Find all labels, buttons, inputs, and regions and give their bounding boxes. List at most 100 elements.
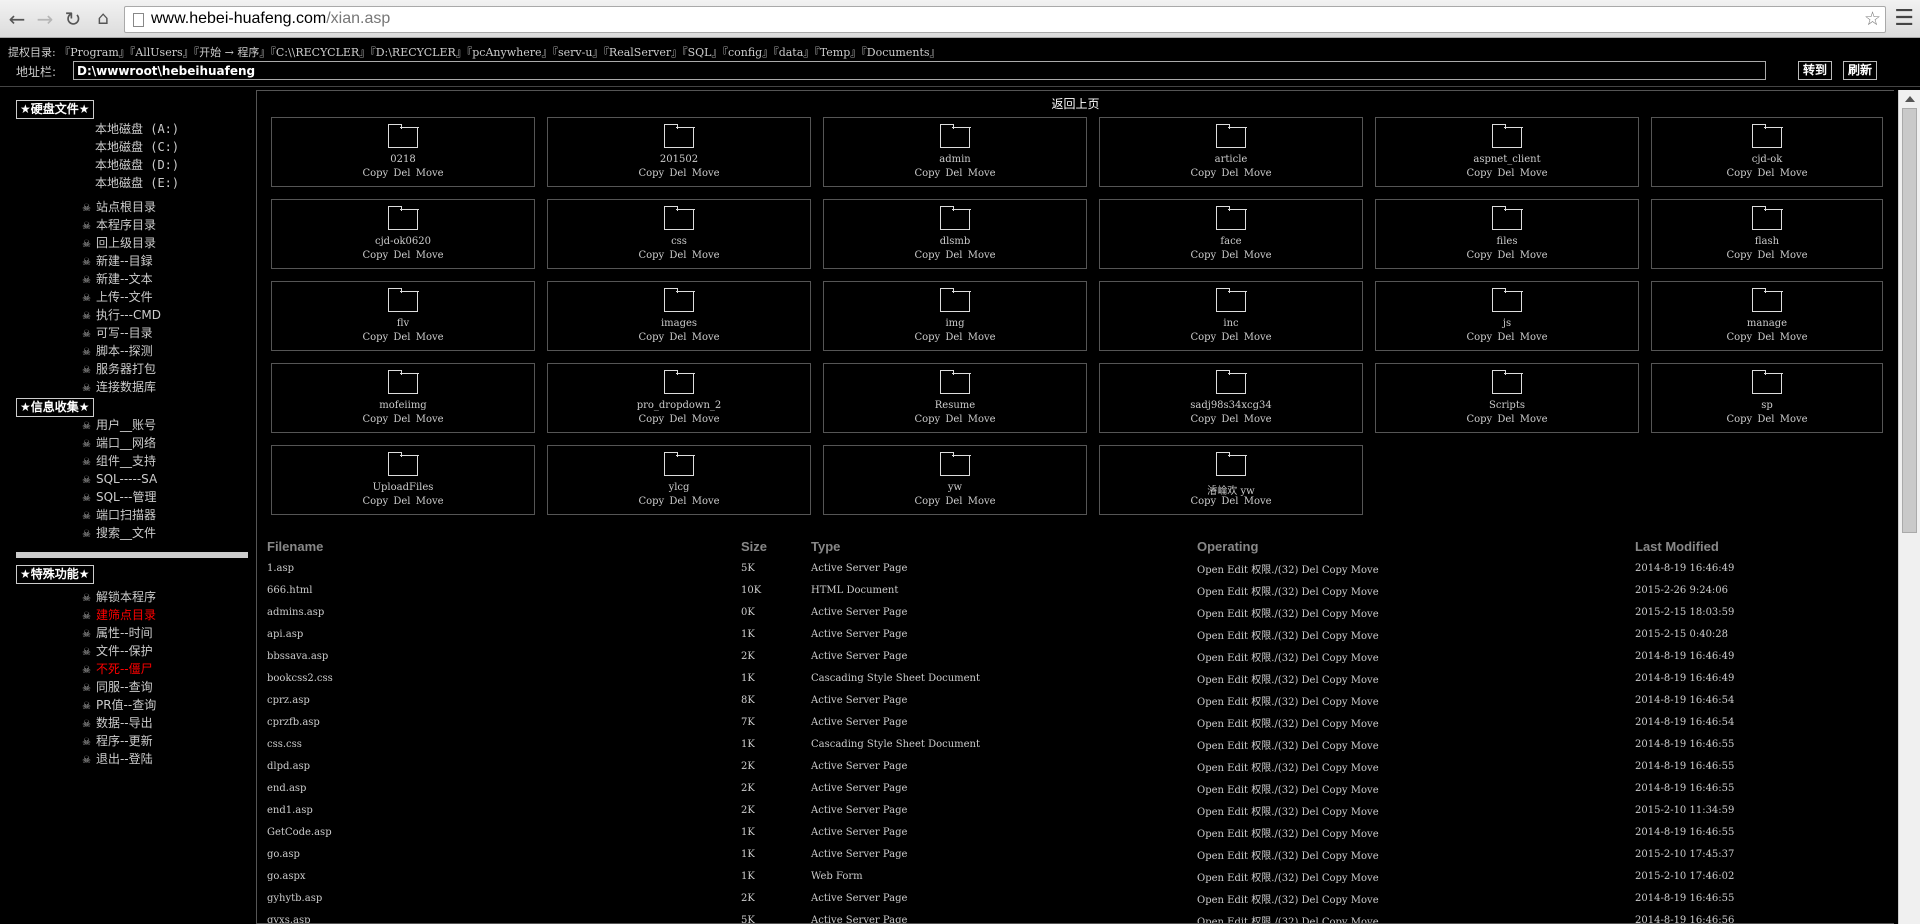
folder-del-link[interactable]: Del <box>945 168 962 179</box>
folder-name[interactable]: aspnet_client <box>1376 154 1638 165</box>
folder-name[interactable]: manage <box>1652 318 1882 329</box>
path-input[interactable] <box>73 61 1766 80</box>
folder-name[interactable]: images <box>548 318 810 329</box>
folder-icon[interactable] <box>1752 124 1783 148</box>
sidebar-link[interactable]: ☠ 服务器打包 <box>82 362 156 378</box>
file-action-link[interactable]: Copy <box>1322 851 1348 862</box>
bookmark-star-icon[interactable]: ☆ <box>1864 8 1881 30</box>
file-action-link[interactable]: Open <box>1197 565 1224 576</box>
folder-copy-link[interactable]: Copy <box>1466 250 1492 261</box>
folder-name[interactable]: Resume <box>824 400 1086 411</box>
file-action-link[interactable]: Move <box>1351 873 1379 884</box>
folder-del-link[interactable]: Del <box>1497 332 1514 343</box>
folder-del-link[interactable]: Del <box>393 168 410 179</box>
folder-item[interactable]: pro_dropdown_2 Copy Del Move <box>547 363 811 433</box>
sidebar-link[interactable]: ☠ PR值--查询 <box>82 698 156 714</box>
sidebar-link[interactable]: ☠ 新建--文本 <box>82 272 153 288</box>
folder-icon[interactable] <box>388 124 419 148</box>
file-action-link[interactable]: Edit <box>1227 653 1248 664</box>
file-action-link[interactable]: Move <box>1351 631 1379 642</box>
folder-del-link[interactable]: Del <box>945 332 962 343</box>
file-action-link[interactable]: Copy <box>1322 697 1348 708</box>
folder-copy-link[interactable]: Copy <box>1190 496 1216 507</box>
drive-link[interactable]: 本地磁盘 (D:) <box>95 156 179 173</box>
folder-name[interactable]: css <box>548 236 810 247</box>
folder-move-link[interactable]: Move <box>416 168 444 179</box>
folder-copy-link[interactable]: Copy <box>362 250 388 261</box>
file-action-link[interactable]: Edit <box>1227 807 1248 818</box>
folder-name[interactable]: sadj98s34xcg34 <box>1100 400 1362 411</box>
folder-icon[interactable] <box>1216 124 1247 148</box>
folder-icon[interactable] <box>1752 370 1783 394</box>
sidebar-link[interactable]: ☠ 可写--目录 <box>82 326 153 342</box>
folder-del-link[interactable]: Del <box>1221 168 1238 179</box>
folder-move-link[interactable]: Move <box>1244 332 1272 343</box>
sidebar-link[interactable]: ☠ 程序--更新 <box>82 734 153 750</box>
folder-item[interactable]: admin Copy Del Move <box>823 117 1087 187</box>
file-action-link[interactable]: Move <box>1351 675 1379 686</box>
folder-icon[interactable] <box>664 370 695 394</box>
folder-del-link[interactable]: Del <box>1497 414 1514 425</box>
folder-copy-link[interactable]: Copy <box>638 332 664 343</box>
preset-dir-link[interactable]: 『AllUsers』 <box>130 46 194 59</box>
folder-copy-link[interactable]: Copy <box>638 414 664 425</box>
file-action-link[interactable]: Open <box>1197 587 1224 598</box>
folder-name[interactable]: article <box>1100 154 1362 165</box>
file-action-link[interactable]: Del <box>1302 829 1319 840</box>
file-action-link[interactable]: Edit <box>1227 763 1248 774</box>
folder-copy-link[interactable]: Copy <box>362 332 388 343</box>
folder-del-link[interactable]: Del <box>1757 250 1774 261</box>
folder-name[interactable]: cjd-ok <box>1652 154 1882 165</box>
file-name[interactable]: GetCode.asp <box>267 821 741 843</box>
folder-del-link[interactable]: Del <box>1497 168 1514 179</box>
url-text[interactable]: www.hebei-huafeng.com/xian.asp <box>151 10 390 28</box>
folder-del-link[interactable]: Del <box>945 250 962 261</box>
folder-name[interactable]: Scripts <box>1376 400 1638 411</box>
file-action-link[interactable]: Edit <box>1227 697 1248 708</box>
file-action-link[interactable]: Open <box>1197 653 1224 664</box>
file-action-link[interactable]: Del <box>1302 675 1319 686</box>
file-action-link[interactable]: Edit <box>1227 895 1248 906</box>
folder-icon[interactable] <box>388 288 419 312</box>
folder-item[interactable]: sadj98s34xcg34 Copy Del Move <box>1099 363 1363 433</box>
file-name[interactable]: gyhytb.asp <box>267 887 741 909</box>
file-name[interactable]: end.asp <box>267 777 741 799</box>
folder-item[interactable]: 201502 Copy Del Move <box>547 117 811 187</box>
file-action-link[interactable]: Copy <box>1322 565 1348 576</box>
folder-copy-link[interactable]: Copy <box>362 496 388 507</box>
folder-copy-link[interactable]: Copy <box>1190 414 1216 425</box>
file-action-link[interactable]: Open <box>1197 675 1224 686</box>
file-action-link[interactable]: Edit <box>1227 741 1248 752</box>
folder-name[interactable]: UploadFiles <box>272 482 534 493</box>
file-action-link[interactable]: Move <box>1351 763 1379 774</box>
folder-item[interactable]: face Copy Del Move <box>1099 199 1363 269</box>
file-action-link[interactable]: 权限./(32) <box>1251 785 1298 796</box>
file-name[interactable]: bbssava.asp <box>267 645 741 667</box>
folder-del-link[interactable]: Del <box>1221 496 1238 507</box>
folder-name[interactable]: face <box>1100 236 1362 247</box>
file-name[interactable]: end1.asp <box>267 799 741 821</box>
file-action-link[interactable]: 权限./(32) <box>1251 741 1298 752</box>
folder-del-link[interactable]: Del <box>669 168 686 179</box>
sidebar-link[interactable]: ☠ 用户__账号 <box>82 418 156 434</box>
file-action-link[interactable]: 权限./(32) <box>1251 917 1298 924</box>
folder-copy-link[interactable]: Copy <box>914 168 940 179</box>
folder-icon[interactable] <box>940 370 971 394</box>
file-action-link[interactable]: 权限./(32) <box>1251 631 1298 642</box>
file-action-link[interactable]: Open <box>1197 807 1224 818</box>
folder-item[interactable]: manage Copy Del Move <box>1651 281 1883 351</box>
file-action-link[interactable]: Del <box>1302 763 1319 774</box>
file-action-link[interactable]: 权限./(32) <box>1251 829 1298 840</box>
file-action-link[interactable]: Move <box>1351 785 1379 796</box>
file-action-link[interactable]: Copy <box>1322 873 1348 884</box>
file-action-link[interactable]: Open <box>1197 719 1224 730</box>
file-name[interactable]: api.asp <box>267 623 741 645</box>
sidebar-link[interactable]: ☠ SQL-----SA <box>82 472 157 488</box>
folder-copy-link[interactable]: Copy <box>1190 332 1216 343</box>
folder-icon[interactable] <box>388 206 419 230</box>
file-name[interactable]: cprz.asp <box>267 689 741 711</box>
folder-item[interactable]: 0218 Copy Del Move <box>271 117 535 187</box>
file-action-link[interactable]: Open <box>1197 609 1224 620</box>
preset-dir-link[interactable]: 『pcAnywhere』 <box>467 46 553 59</box>
folder-move-link[interactable]: Move <box>416 332 444 343</box>
